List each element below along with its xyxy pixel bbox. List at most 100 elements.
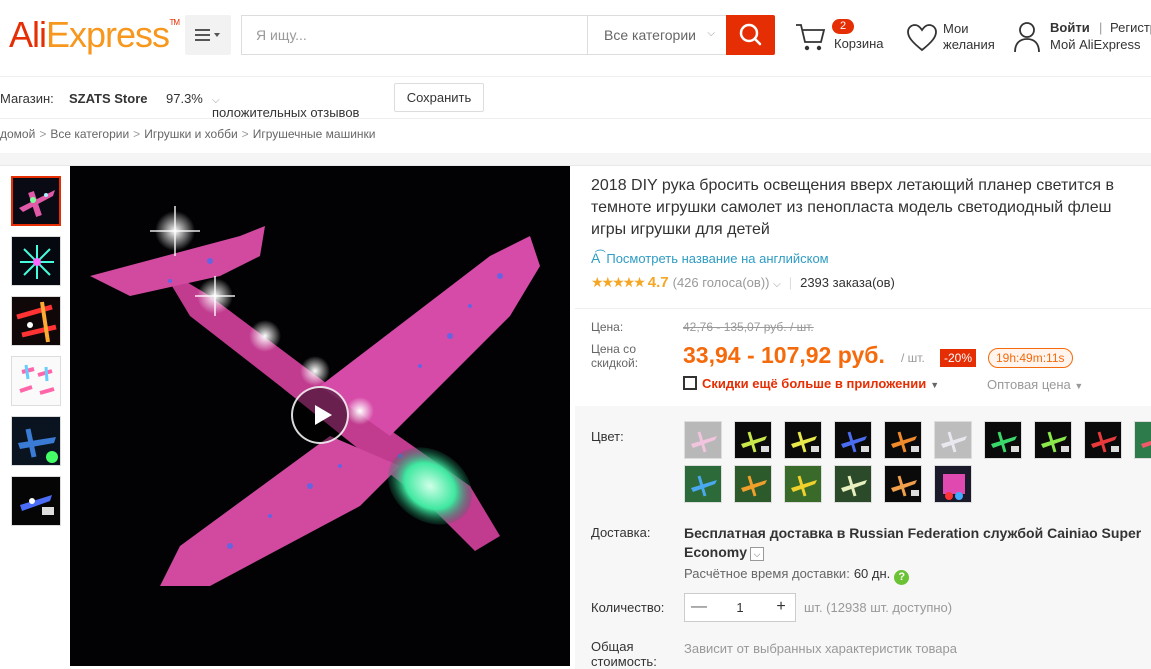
rating-stars: ★★★★★ bbox=[591, 274, 646, 290]
quantity-decrease-button[interactable]: — bbox=[685, 594, 713, 621]
thumbnail-4[interactable] bbox=[11, 356, 61, 406]
heart-icon bbox=[907, 24, 937, 52]
store-label: Магазин: bbox=[0, 91, 54, 106]
price-section: Цена: 42,76 - 135,07 руб. / шт. Цена со … bbox=[575, 308, 1151, 406]
thumbnail-3[interactable] bbox=[11, 296, 61, 346]
app-promo-label: Скидки ещё больше в приложении bbox=[702, 376, 927, 391]
product-rating: ★★★★★ 4.7 (426 голоса(ов)) ⌵ | 2393 заказа(о… bbox=[591, 274, 895, 291]
search-input[interactable] bbox=[242, 16, 587, 54]
color-swatch-1[interactable] bbox=[684, 421, 722, 459]
cart-count-badge: 2 bbox=[832, 19, 855, 34]
quantity-increase-button[interactable]: + bbox=[767, 594, 795, 621]
color-label: Цвет: bbox=[591, 429, 624, 444]
save-store-button[interactable]: Сохранить bbox=[394, 83, 484, 112]
chevron-down-icon: ⌵ bbox=[773, 279, 781, 290]
product-title: 2018 DIY рука бросить освещения вверх ле… bbox=[591, 177, 1114, 238]
video-play-button[interactable] bbox=[291, 386, 349, 444]
qr-code-icon bbox=[683, 376, 697, 390]
search-category-select[interactable]: Все категории ⌵ bbox=[587, 16, 727, 54]
logo-trademark: TM bbox=[169, 18, 181, 27]
breadcrumb-separator: > bbox=[39, 127, 47, 141]
search-category-label: Все категории bbox=[604, 27, 696, 43]
category-menu-button[interactable] bbox=[185, 15, 231, 55]
store-feedback-dropdown[interactable]: положительных отзывов ⌵ bbox=[212, 91, 359, 120]
color-swatch-16[interactable] bbox=[934, 465, 972, 503]
register-link[interactable]: Регистрация bbox=[1110, 20, 1151, 35]
store-feedback-label: положительных отзывов bbox=[212, 105, 360, 120]
shipping-label: Доставка: bbox=[591, 525, 651, 540]
color-swatch-9[interactable] bbox=[1084, 421, 1122, 459]
color-swatch-5[interactable] bbox=[884, 421, 922, 459]
quantity-stepper: — 1 + bbox=[684, 593, 796, 622]
user-icon bbox=[1014, 22, 1040, 53]
color-swatch-15[interactable] bbox=[884, 465, 922, 503]
store-rating: 97.3% bbox=[166, 91, 203, 106]
help-icon[interactable]: ? bbox=[894, 570, 910, 585]
color-swatch-10[interactable] bbox=[1134, 421, 1151, 459]
translate-label: Посмотреть название на английском bbox=[606, 251, 829, 266]
hamburger-icon bbox=[195, 29, 220, 41]
thumbnail-6[interactable] bbox=[11, 476, 61, 526]
thumbnail-2[interactable] bbox=[11, 236, 61, 286]
shipping-estimate: Расчётное время доставки: 60 дн.? bbox=[684, 566, 910, 585]
color-swatch-14[interactable] bbox=[834, 465, 872, 503]
store-name-link[interactable]: SZATS Store bbox=[69, 91, 148, 106]
cart-label: Корзина bbox=[834, 36, 884, 51]
original-price: 42,76 - 135,07 руб. / шт. bbox=[683, 320, 814, 334]
quantity-input[interactable]: 1 bbox=[713, 594, 767, 621]
discount-price-label: Цена со скидкой: bbox=[591, 342, 639, 370]
price-label: Цена: bbox=[591, 320, 624, 334]
thumbnail-5[interactable] bbox=[11, 416, 61, 466]
breadcrumb-toys-hobbies[interactable]: Игрушки и хобби bbox=[144, 127, 237, 141]
rating-count-dropdown[interactable]: (426 голоса(ов)) ⌵ bbox=[673, 275, 781, 290]
logo-text-express: Express bbox=[46, 14, 170, 55]
quantity-available: шт. (12938 шт. доступно) bbox=[804, 600, 953, 615]
login-link[interactable]: Войти bbox=[1050, 20, 1090, 35]
translate-title-link[interactable]: A͡ Посмотреть название на английском bbox=[591, 250, 829, 266]
color-swatch-12[interactable] bbox=[734, 465, 772, 503]
breadcrumb-separator: > bbox=[133, 127, 141, 141]
product-info: 2018 DIY рука бросить освещения вверх ле… bbox=[591, 175, 1151, 291]
color-swatch-3[interactable] bbox=[784, 421, 822, 459]
countdown-timer: 19h:49m:11s bbox=[988, 348, 1073, 368]
color-swatch-4[interactable] bbox=[834, 421, 872, 459]
shipping-estimate-label: Расчётное время доставки: bbox=[684, 566, 850, 581]
my-aliexpress-link[interactable]: Мой AliExpress bbox=[1050, 37, 1141, 52]
chevron-down-icon: ⌵ bbox=[707, 28, 715, 39]
cart-link[interactable]: 2 Корзина bbox=[794, 18, 894, 58]
aliexpress-logo[interactable]: AliExpress TM bbox=[9, 14, 180, 56]
breadcrumb-home[interactable]: домой bbox=[0, 127, 35, 141]
thumbnail-1[interactable] bbox=[11, 176, 61, 226]
store-bar: Магазин: SZATS Store 97.3% положительных… bbox=[0, 77, 1151, 120]
color-swatch-13[interactable] bbox=[784, 465, 822, 503]
breadcrumb-separator: > bbox=[241, 127, 249, 141]
discount-badge: -20% bbox=[940, 349, 977, 367]
caret-down-icon: ▼ bbox=[930, 380, 940, 390]
color-swatch-2[interactable] bbox=[734, 421, 772, 459]
wishlist-link[interactable]: Мои желания bbox=[906, 18, 1006, 58]
color-swatch-7[interactable] bbox=[984, 421, 1022, 459]
search-icon bbox=[739, 23, 762, 46]
logo-text-ali: Ali bbox=[9, 14, 47, 55]
total-price-value: Зависит от выбранных характеристик товар… bbox=[684, 641, 957, 656]
translate-icon: A͡ bbox=[591, 250, 601, 266]
search-button[interactable] bbox=[726, 15, 775, 55]
product-main-image[interactable] bbox=[70, 166, 570, 666]
thumbnail-list bbox=[11, 176, 61, 536]
account-menu[interactable]: Войти | Регистрация Мой AliExpress bbox=[1013, 18, 1151, 58]
wholesale-price-dropdown[interactable]: Оптовая цена ▼ bbox=[987, 377, 1083, 392]
app-promo-dropdown[interactable]: Скидки ещё больше в приложении ▼ bbox=[683, 376, 939, 391]
shipping-days: 60 дн. bbox=[853, 566, 891, 581]
color-swatch-11[interactable] bbox=[684, 465, 722, 503]
breadcrumb-all-categories[interactable]: Все категории bbox=[50, 127, 129, 141]
total-price-label: Общая стоимость: bbox=[591, 639, 657, 669]
chevron-down-icon: ⌵ bbox=[750, 547, 765, 561]
caret-down-icon: ▼ bbox=[1074, 381, 1084, 391]
quantity-label: Количество: bbox=[591, 600, 665, 615]
breadcrumb-toy-cars[interactable]: Игрушечные машинки bbox=[253, 127, 376, 141]
color-swatch-6[interactable] bbox=[934, 421, 972, 459]
shipping-method-dropdown[interactable]: Бесплатная доставка в Russian Federation… bbox=[684, 524, 1151, 562]
color-swatch-8[interactable] bbox=[1034, 421, 1072, 459]
orders-count: 2393 заказа(ов) bbox=[800, 275, 895, 290]
rating-value: 4.7 bbox=[647, 274, 669, 291]
